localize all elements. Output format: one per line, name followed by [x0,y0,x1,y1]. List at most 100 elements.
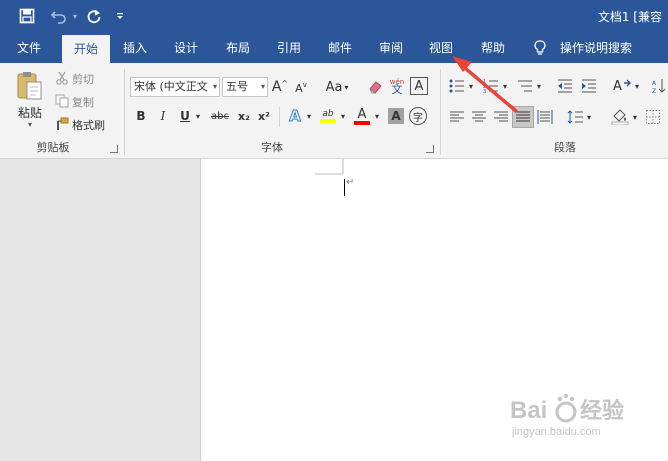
tab-view[interactable]: 视图 [419,33,463,63]
highlight-dropdown-icon[interactable]: ▾ [338,109,348,123]
tab-insert[interactable]: 插入 [113,33,157,63]
format-painter-icon[interactable] [54,116,70,132]
clipboard-group-label: 剪贴板 [36,141,70,154]
font-size-value: 五号 [226,80,248,93]
group-divider [124,69,125,155]
svg-text:A: A [652,80,657,87]
character-border-icon[interactable]: A [410,77,428,95]
phonetic-guide-button[interactable]: wén 文 [388,75,406,97]
decrease-indent-icon[interactable] [556,77,574,95]
paragraph-group-label: 段落 [554,141,576,154]
ribbon-tab-bar: 文件 开始 插入 设计 布局 引用 邮件 审阅 视图 帮助 操作说明搜索 [0,33,668,63]
sort-icon[interactable]: AZ [650,77,668,95]
undo-dropdown-icon[interactable]: ▾ [70,6,80,26]
grow-font-button[interactable]: A ^ [272,77,288,97]
tab-review[interactable]: 审阅 [369,33,413,63]
group-divider [440,69,441,155]
font-launcher-icon[interactable] [426,145,434,153]
ribbon: 粘贴 ▾ 剪切 复制 格式刷 剪贴板 宋体 (中文正文 ▾ 五号 ▾ A ^ Av… [0,63,668,159]
font-color-dropdown-icon[interactable]: ▾ [372,109,382,123]
paragraph-mark: ↵ [346,177,355,188]
font-size-select[interactable]: 五号 ▾ [222,77,268,97]
clipboard-launcher-icon[interactable] [110,145,118,153]
underline-dropdown-icon[interactable]: ▾ [193,109,203,123]
character-shading-button[interactable]: A [388,108,404,124]
customize-qat-icon[interactable] [112,6,128,26]
shading-dropdown-icon[interactable]: ▾ [630,110,640,124]
divider [279,107,280,127]
window-title: 文档1 [兼容 [597,10,662,24]
change-case-icon: Aa [325,79,343,95]
document-margin-area [0,159,200,461]
multilevel-list-icon[interactable] [516,77,534,95]
copy-icon[interactable] [54,93,70,109]
grow-font-icon: A [271,79,282,95]
svg-text:Z: Z [652,88,656,94]
tab-file[interactable]: 文件 [0,33,58,63]
font-name-select[interactable]: 宋体 (中文正文 ▾ [130,77,220,97]
tell-me-search[interactable]: 操作说明搜索 [556,33,636,63]
text-effects-button[interactable]: A [286,106,304,126]
text-effects-dropdown-icon[interactable]: ▾ [304,109,314,123]
baidu-logo-icon: Bai 经验 [510,393,624,424]
shrink-font-icon: A [295,81,303,95]
borders-icon[interactable] [644,108,662,126]
line-spacing-dropdown-icon[interactable]: ▾ [584,110,594,124]
format-painter-label[interactable]: 格式刷 [72,117,105,133]
enclose-characters-button[interactable]: 字 [409,107,427,125]
font-color-button[interactable]: A [352,106,372,126]
clipboard-paste-icon[interactable] [14,69,46,103]
tab-design[interactable]: 设计 [164,33,208,63]
numbering-icon[interactable]: 123 [482,77,500,95]
page-corner-marker [315,159,344,175]
lightbulb-icon[interactable] [530,33,550,63]
align-left-icon[interactable] [448,108,466,126]
tab-home[interactable]: 开始 [62,35,110,63]
paragraph-shading-icon[interactable] [610,106,630,126]
text-cursor [344,179,345,196]
numbering-dropdown-icon[interactable]: ▾ [500,79,510,93]
tab-layout[interactable]: 布局 [216,33,260,63]
watermark-url: jingyan.baidu.com [512,426,601,438]
font-name-value: 宋体 (中文正文 [134,80,208,93]
bullets-dropdown-icon[interactable]: ▾ [466,79,476,93]
tab-mailings[interactable]: 邮件 [318,33,362,63]
redo-icon[interactable] [84,6,104,26]
svg-text:3: 3 [483,89,486,93]
italic-button[interactable]: I [156,107,170,125]
underline-button[interactable]: U [178,107,192,125]
baidu-jingyan-watermark: Bai 经验 jingyan.baidu.com [510,392,640,442]
tab-references[interactable]: 引用 [267,33,311,63]
clear-formatting-icon[interactable] [366,77,384,97]
chinese-layout-dropdown-icon[interactable]: ▾ [632,79,642,93]
change-case-button[interactable]: Aa ▾ [322,77,352,97]
subscript-button[interactable]: x₂ [236,107,252,125]
align-right-icon[interactable] [492,108,510,126]
strikethrough-button[interactable]: abc [208,107,232,125]
chinese-layout-icon[interactable]: A [612,77,632,95]
paste-button-label[interactable]: 粘贴 [12,104,48,120]
tab-help[interactable]: 帮助 [471,33,515,63]
svg-text:A: A [613,79,622,94]
superscript-button[interactable]: x² [256,107,272,125]
cut-label[interactable]: 剪切 [72,71,94,87]
shrink-font-button[interactable]: Av [293,79,309,97]
line-spacing-icon[interactable] [566,108,584,126]
copy-label[interactable]: 复制 [72,94,94,110]
justify-icon[interactable] [512,106,534,128]
highlight-button[interactable]: ab [318,106,338,126]
title-bar: ▾ 文档1 [兼容 [0,0,668,33]
increase-indent-icon[interactable] [580,77,598,95]
font-color-icon: A [357,106,367,122]
highlight-icon: ab [322,109,334,119]
paste-dropdown-icon[interactable]: ▾ [22,119,38,129]
align-center-icon[interactable] [470,108,488,126]
cut-icon[interactable] [54,70,70,86]
undo-icon[interactable] [48,6,70,26]
distributed-icon[interactable] [536,108,554,126]
font-group-label: 字体 [261,141,283,154]
bullets-icon[interactable] [448,77,466,95]
bold-button[interactable]: B [134,107,148,125]
save-icon[interactable] [16,6,38,26]
multilevel-dropdown-icon[interactable]: ▾ [534,79,544,93]
